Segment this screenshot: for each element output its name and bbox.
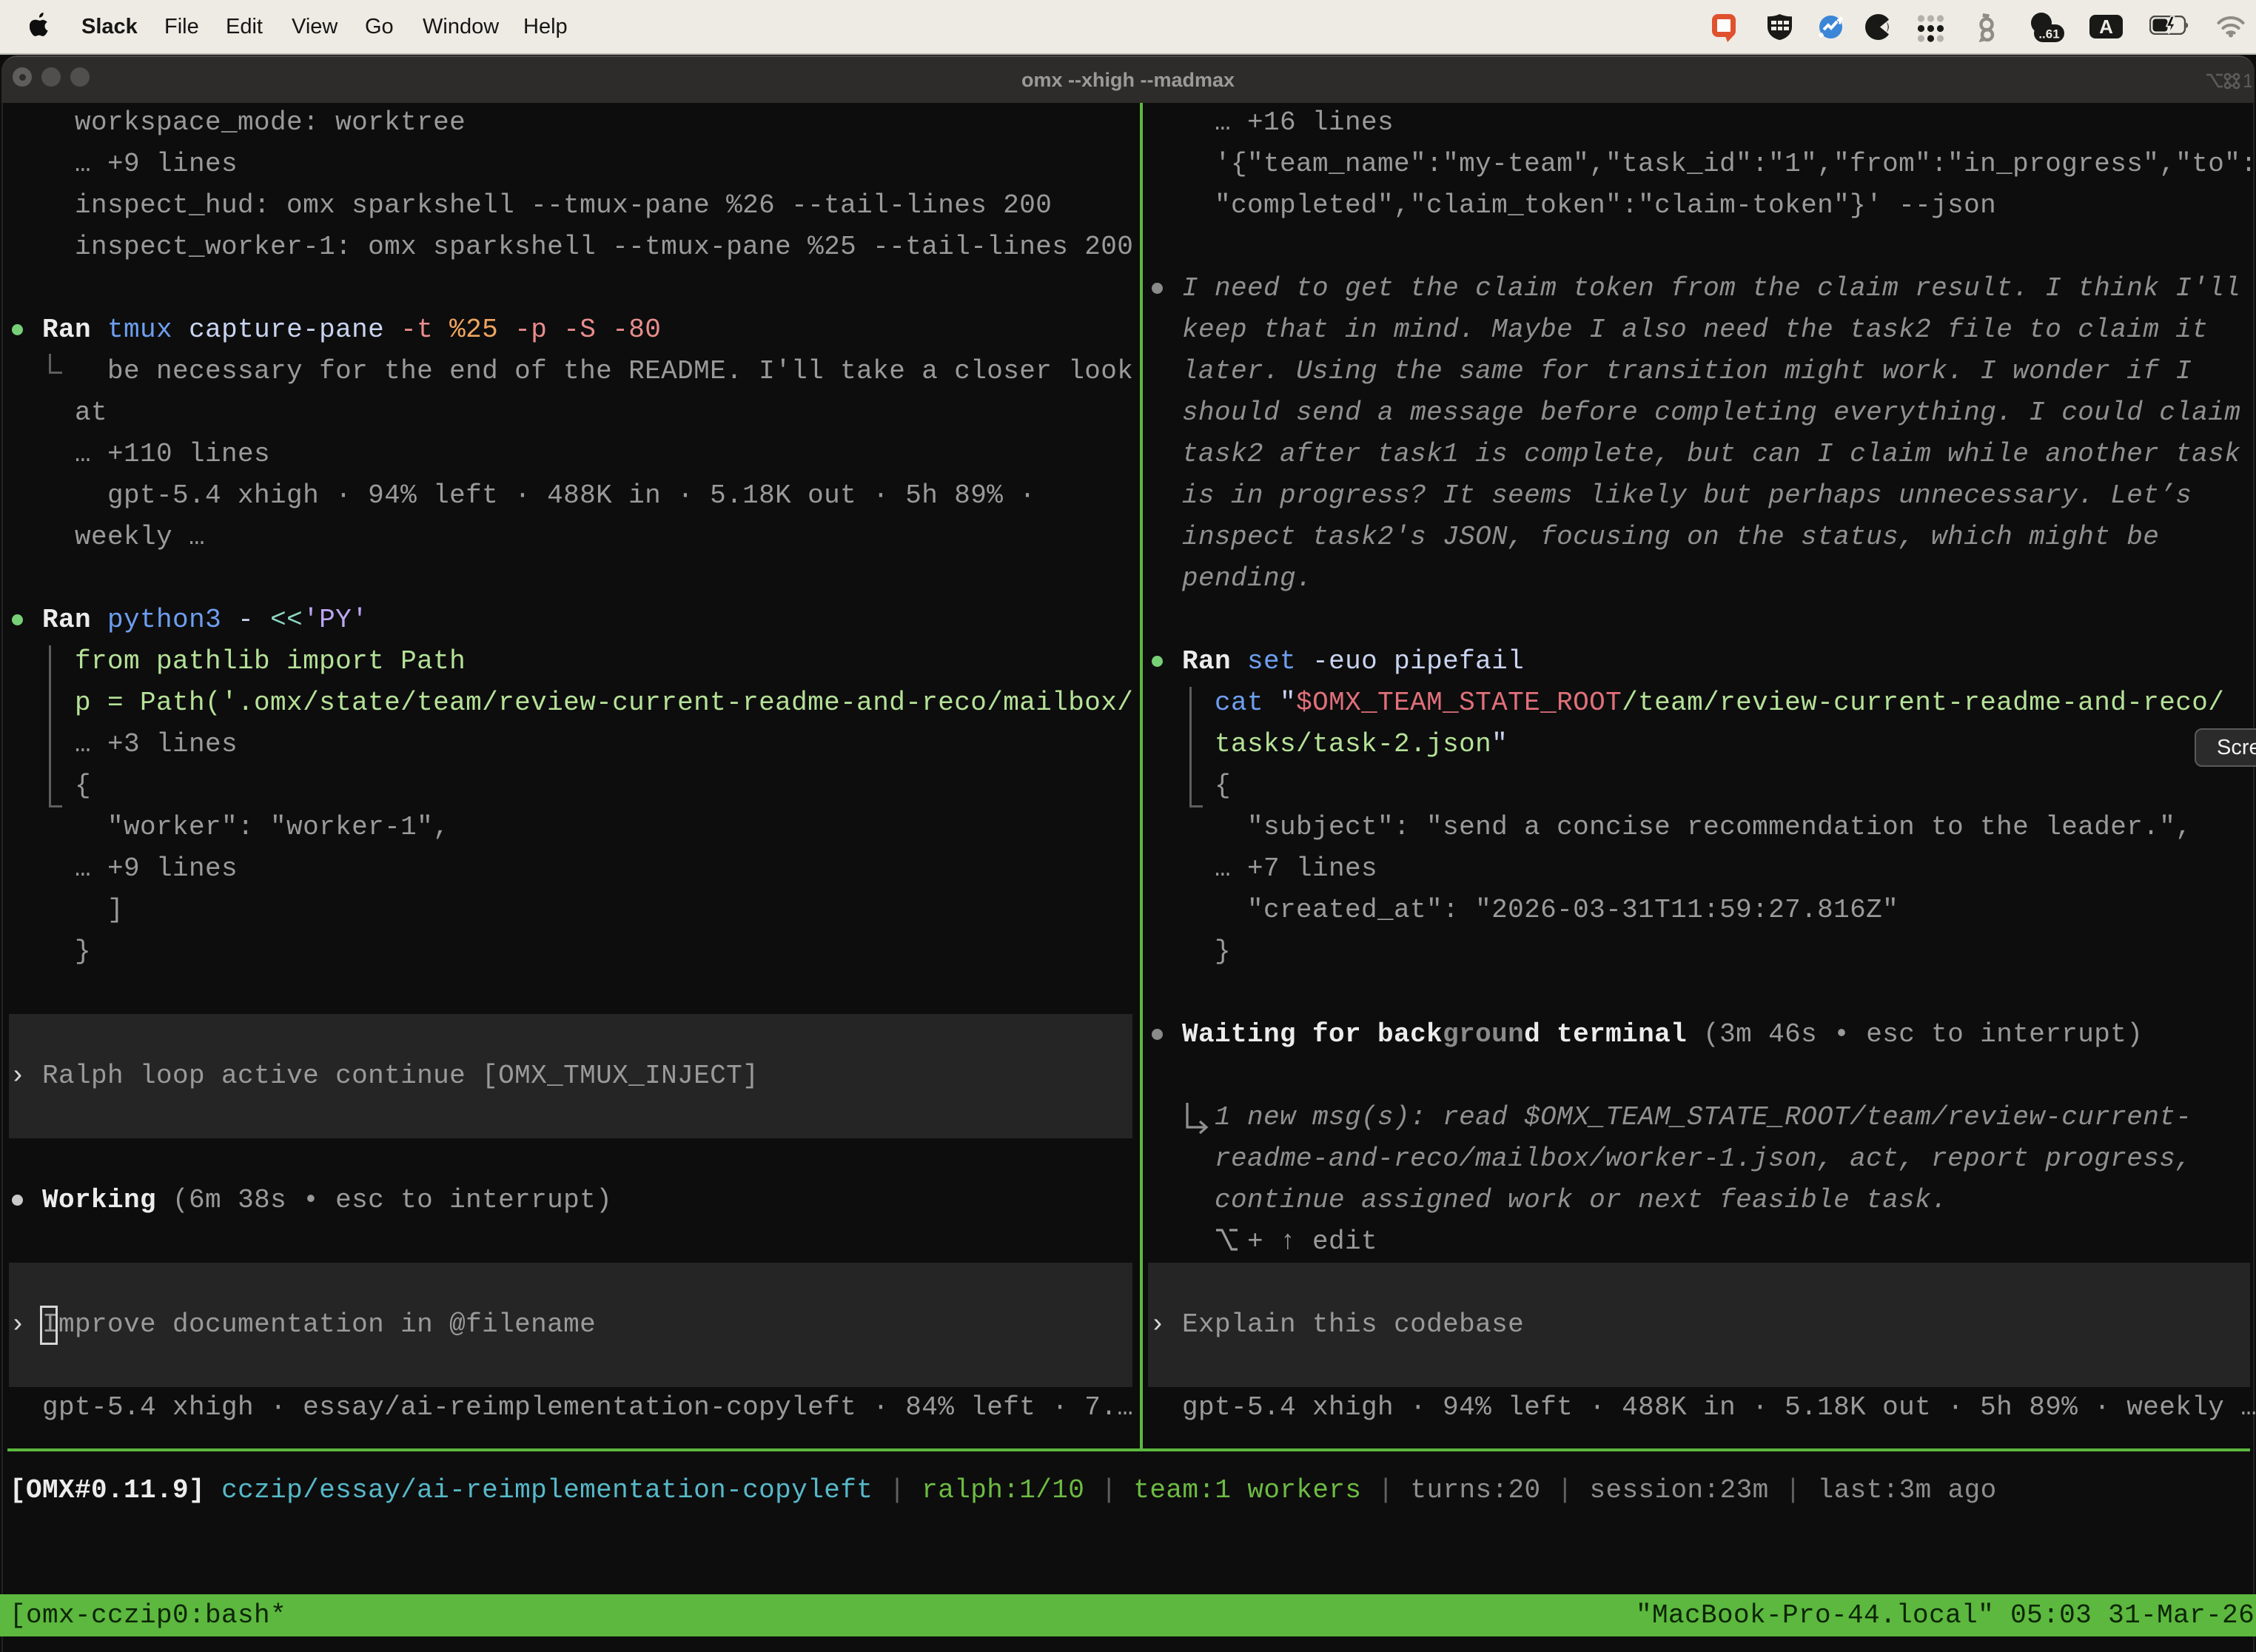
svg-text:1: 1 xyxy=(2243,70,2252,92)
svg-text:..61: ..61 xyxy=(2038,27,2059,41)
